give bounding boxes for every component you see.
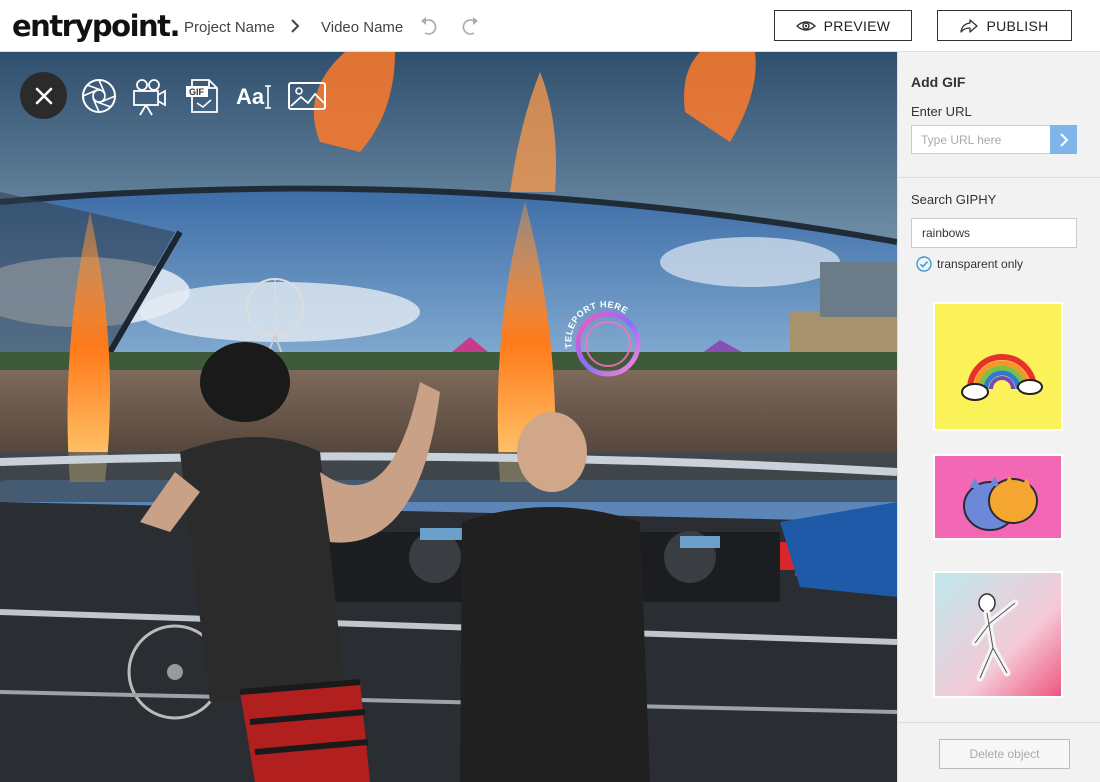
image-icon[interactable] bbox=[287, 76, 327, 116]
text-tool-label: Aa bbox=[236, 84, 265, 109]
publish-button[interactable]: PUBLISH bbox=[937, 10, 1072, 41]
add-gif-panel: Add GIF Enter URL Search GIPHY transpare… bbox=[897, 52, 1100, 782]
video-camera-icon[interactable] bbox=[128, 76, 168, 116]
teleport-marker[interactable]: TELEPORT HERE bbox=[560, 300, 650, 390]
gif-tool-label: GIF bbox=[189, 87, 205, 97]
breadcrumb-video[interactable]: Video Name bbox=[321, 19, 403, 36]
gif-result-cats[interactable] bbox=[933, 454, 1063, 540]
undo-icon[interactable] bbox=[419, 15, 441, 37]
app-logo[interactable]: entrypoint. bbox=[12, 9, 181, 43]
festival-scene-image bbox=[0, 52, 897, 782]
gif-result-dancer[interactable] bbox=[933, 571, 1063, 698]
preview-button[interactable]: PREVIEW bbox=[774, 10, 912, 41]
cats-gif-image bbox=[963, 476, 1038, 531]
redo-icon[interactable] bbox=[458, 15, 480, 37]
url-submit-button[interactable] bbox=[1050, 125, 1077, 154]
check-circle-icon bbox=[916, 256, 932, 272]
breadcrumb-project[interactable]: Project Name bbox=[184, 19, 275, 36]
close-tool-button[interactable] bbox=[20, 72, 67, 119]
url-label: Enter URL bbox=[911, 104, 972, 119]
giphy-search-input[interactable] bbox=[911, 218, 1077, 248]
share-icon bbox=[960, 18, 979, 33]
dancer-gif-image bbox=[935, 573, 1061, 696]
gif-result-rainbow[interactable] bbox=[933, 302, 1063, 431]
chevron-right-icon bbox=[1059, 132, 1068, 147]
delete-object-button[interactable]: Delete object bbox=[939, 739, 1070, 769]
scene-canvas[interactable]: TELEPORT HERE bbox=[0, 52, 897, 782]
divider bbox=[898, 722, 1100, 723]
close-icon bbox=[35, 87, 52, 104]
transparent-only-checkbox[interactable]: transparent only bbox=[916, 256, 1023, 272]
divider bbox=[898, 177, 1100, 178]
aperture-icon[interactable] bbox=[79, 76, 119, 116]
search-label: Search GIPHY bbox=[911, 192, 997, 207]
top-bar: entrypoint. Project Name Video Name PREV… bbox=[0, 0, 1100, 52]
text-icon[interactable]: Aa bbox=[235, 76, 275, 116]
rainbow-gif-image bbox=[961, 354, 1043, 401]
transparent-label: transparent only bbox=[937, 257, 1024, 271]
url-input[interactable] bbox=[911, 125, 1051, 154]
panel-title: Add GIF bbox=[911, 74, 966, 90]
publish-label: PUBLISH bbox=[986, 17, 1049, 34]
chevron-right-icon bbox=[291, 19, 300, 33]
preview-label: PREVIEW bbox=[823, 17, 891, 34]
eye-icon bbox=[795, 20, 816, 31]
gif-file-icon[interactable]: GIF bbox=[183, 76, 223, 116]
